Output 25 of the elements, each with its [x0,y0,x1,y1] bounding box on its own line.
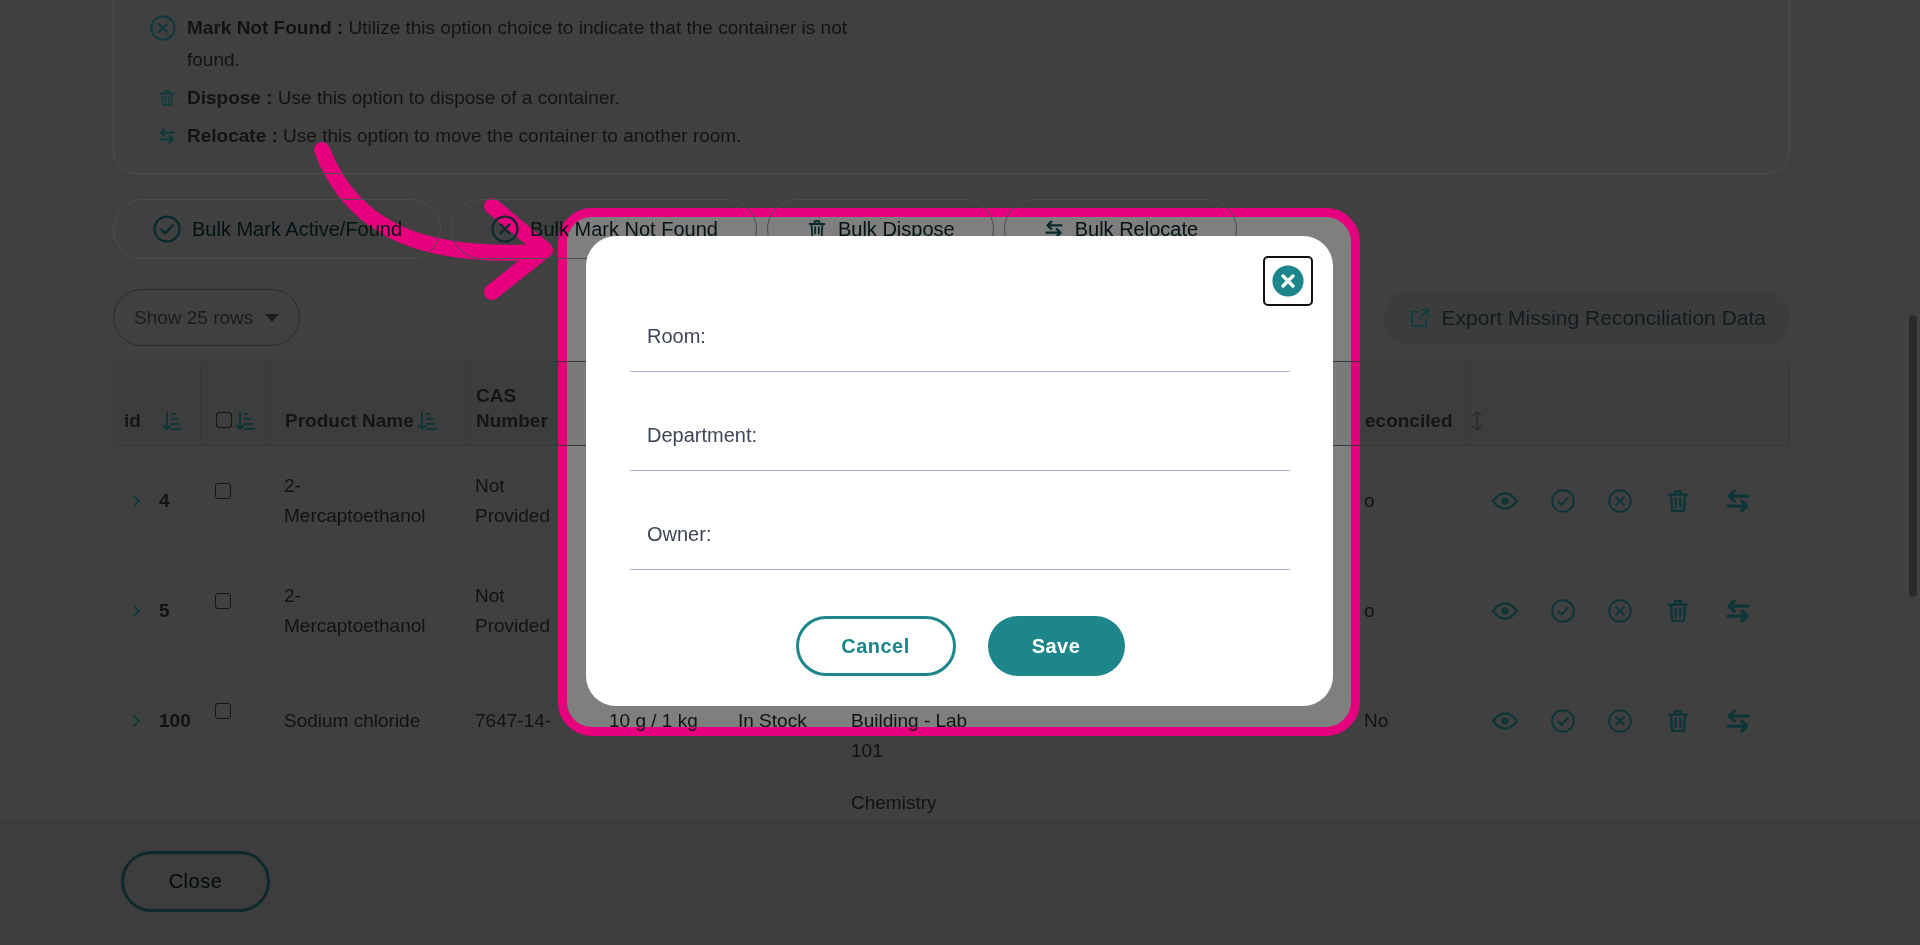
x-circle-icon [490,214,521,244]
text-field[interactable]: Owner: [630,499,1290,570]
check-circle-icon[interactable] [1550,488,1576,514]
x-circle-icon [149,14,177,42]
close-button[interactable]: Close [121,851,270,912]
cancel-button[interactable]: Cancel [795,616,956,676]
quantity: 10 g / 1 kg [609,709,698,733]
x-circle-icon[interactable] [1607,708,1633,734]
sort-icon[interactable] [160,409,185,433]
save-button[interactable]: Save [987,616,1125,676]
close-button[interactable] [1263,256,1313,306]
row-checkbox[interactable] [215,593,231,609]
check-circle-icon[interactable] [1550,708,1576,734]
caret-icon [265,313,280,322]
swap-arrows-icon [157,126,177,146]
row-checkbox[interactable] [215,703,231,719]
text-field[interactable]: Department: [630,400,1290,471]
x-circle-icon[interactable] [1607,598,1633,624]
stock-status: In Stock [738,709,807,733]
check-circle-icon [152,214,182,244]
row-checkbox[interactable] [215,483,231,499]
check-circle-icon[interactable] [1550,598,1576,624]
x-circle-icon[interactable] [1607,488,1633,514]
text-field[interactable]: Room: [630,301,1290,372]
trash-icon [157,88,177,108]
